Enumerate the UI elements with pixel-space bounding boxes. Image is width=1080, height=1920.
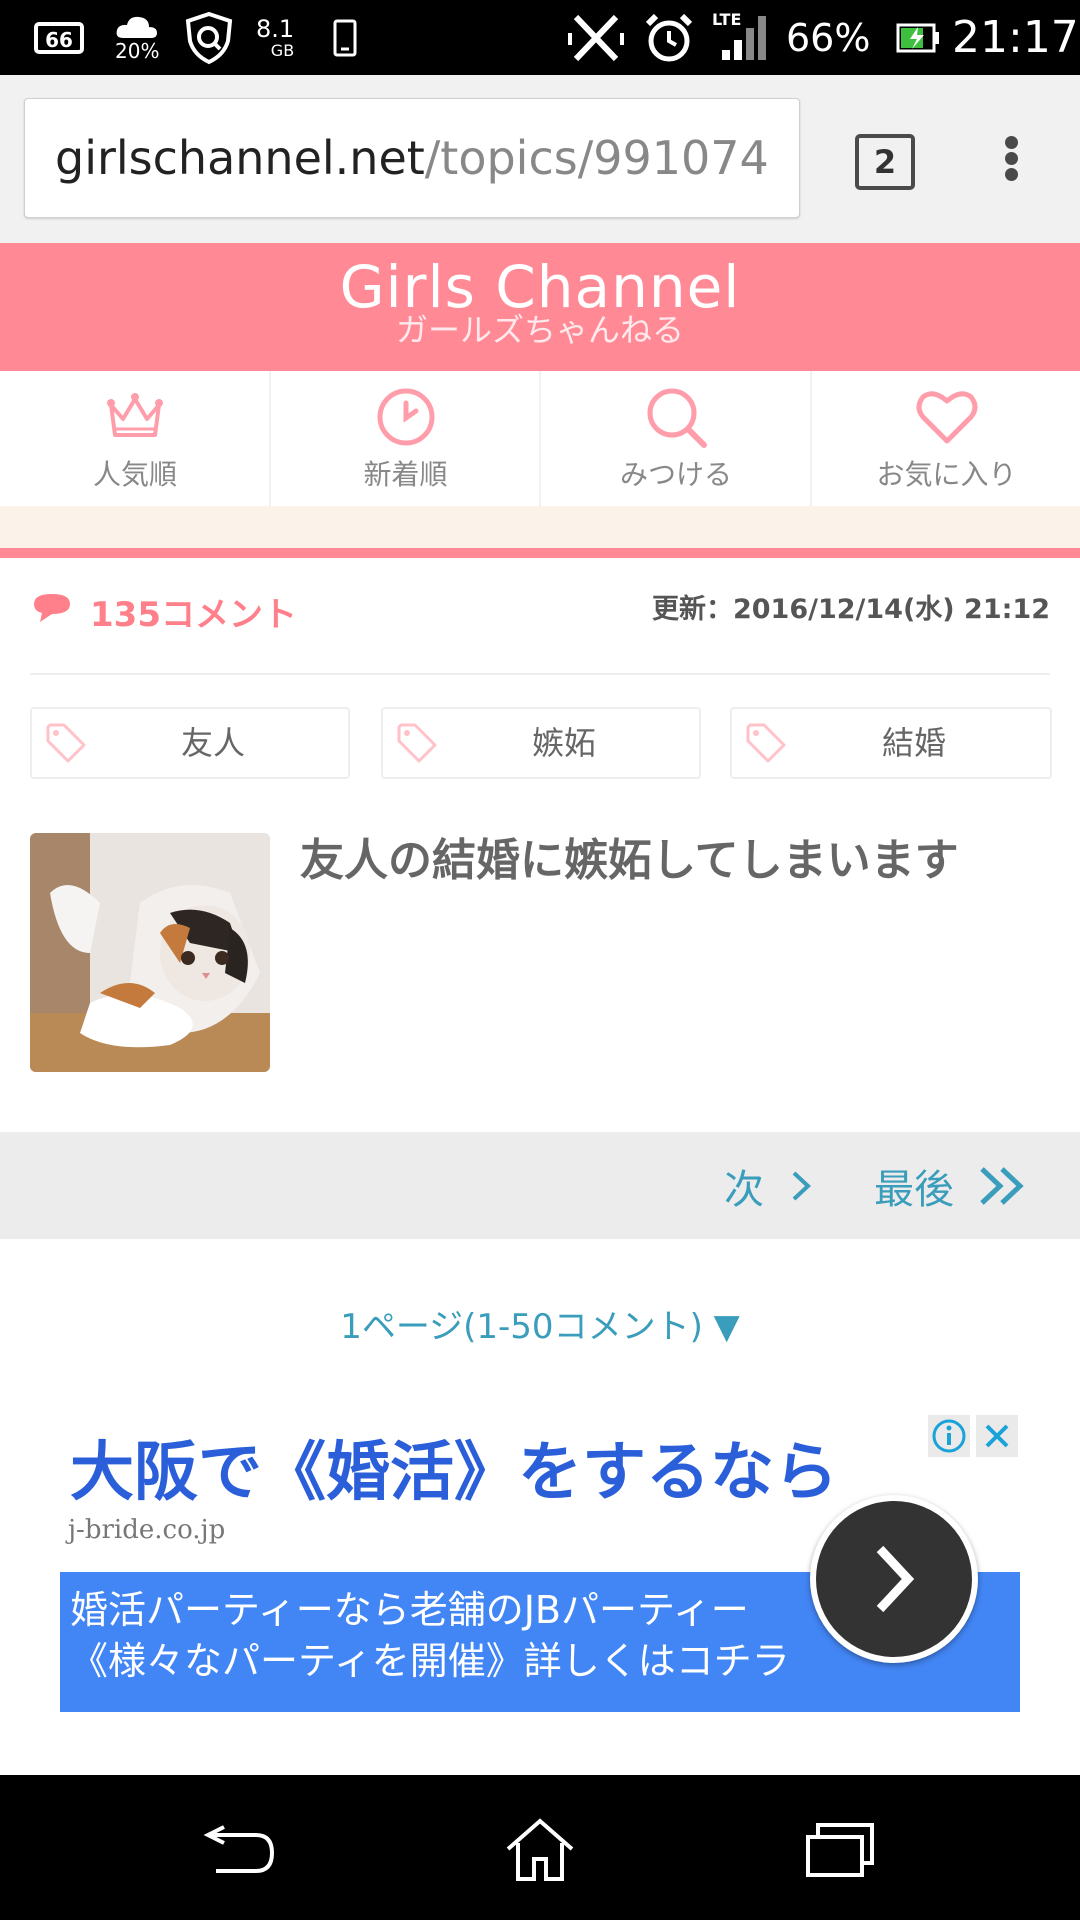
ad-domain: j-bride.co.jp <box>68 1515 226 1545</box>
updated-timestamp: 更新：2016/12/14(水) 21:12 <box>651 594 1050 625</box>
accent-divider <box>0 548 1080 558</box>
nav-newest[interactable]: 新着順 <box>268 371 540 506</box>
main-nav: 人気順 新着順 みつける お気に入り <box>0 371 1080 506</box>
site-logo-subtitle: ガールズちゃんねる <box>395 311 684 349</box>
double-chevron-right-icon <box>980 1166 1024 1205</box>
nav-newest-label: 新着順 <box>363 458 448 491</box>
clock-time: 21:17 <box>952 12 1079 63</box>
page-select-dropdown[interactable]: 1ページ(1-50コメント) ▼ <box>0 1302 1080 1352</box>
chevron-right-icon <box>876 1545 915 1613</box>
tag-friend[interactable]: 友人 <box>30 707 350 779</box>
back-icon[interactable] <box>200 1815 280 1885</box>
tag-icon <box>397 723 437 763</box>
signal-icon: LTE <box>712 0 772 85</box>
weather-icon: 20% <box>115 0 159 75</box>
status-bar: 66 20% 8.1 GB LTE 66% 21:17 <box>0 0 1080 75</box>
last-page-link[interactable]: 最後 <box>874 1132 1034 1239</box>
tab-switcher-button[interactable]: 2 <box>855 134 915 190</box>
phone-icon <box>332 0 358 75</box>
nav-popular-label: 人気順 <box>92 458 177 491</box>
ad-description-line1: 婚活パーティーなら老舗のJBパーティー <box>70 1588 749 1632</box>
nav-find[interactable]: みつける <box>539 371 810 506</box>
ad-title[interactable]: 大阪で《婚活》をするなら <box>70 1433 838 1513</box>
heart-icon <box>916 391 977 444</box>
storage-indicator: 8.1 GB <box>256 14 295 60</box>
browser-menu-icon[interactable] <box>988 128 1034 188</box>
clock-icon <box>377 388 434 446</box>
cloud-percent: 20% <box>115 38 160 63</box>
nav-spacer <box>0 506 1080 548</box>
shield-icon <box>182 0 236 75</box>
tag-label: 結婚 <box>881 724 946 762</box>
url-text: girlschannel.net/topics/991074 <box>55 99 769 217</box>
tag-jealousy[interactable]: 嫉妬 <box>381 707 701 779</box>
url-path: /topics/991074 <box>424 131 769 185</box>
tag-marriage[interactable]: 結婚 <box>730 707 1052 779</box>
nav-find-label: みつける <box>619 458 732 491</box>
tag-icon <box>46 723 86 763</box>
recent-apps-icon[interactable] <box>800 1815 880 1885</box>
crown-icon <box>107 393 163 437</box>
next-label: 次 <box>724 1166 764 1213</box>
nfc-icon: 66 <box>34 0 84 75</box>
comment-count[interactable]: 135コメント <box>90 590 297 640</box>
chevron-right-icon <box>792 1171 811 1200</box>
nav-favorites[interactable]: お気に入り <box>809 371 1080 506</box>
alarm-icon <box>644 0 694 75</box>
comment-icon <box>34 594 70 622</box>
battery-percent: 66% <box>786 15 871 60</box>
search-icon <box>647 388 707 448</box>
vibrate-off-icon <box>568 0 624 75</box>
home-icon[interactable] <box>500 1815 580 1885</box>
topic-title: 友人の結婚に嫉妬してしまいます <box>300 835 959 886</box>
ad-close-icon[interactable] <box>976 1415 1018 1457</box>
last-label: 最後 <box>874 1166 954 1213</box>
next-page-link[interactable]: 次 <box>724 1132 824 1239</box>
tag-label: 友人 <box>180 724 245 762</box>
meta-divider <box>30 673 1050 675</box>
ad-go-button[interactable] <box>810 1495 978 1663</box>
battery-icon <box>896 0 940 75</box>
ad-description-line2: 《様々なパーティを開催》詳しくはコチラ <box>70 1639 790 1683</box>
url-domain: girlschannel.net <box>55 131 425 185</box>
nav-favorites-label: お気に入り <box>876 458 1017 491</box>
tag-label: 嫉妬 <box>531 724 596 762</box>
svg-text:66: 66 <box>45 28 73 52</box>
ad-info-icon[interactable] <box>928 1415 970 1457</box>
address-bar[interactable]: girlschannel.net/topics/991074 <box>24 98 800 218</box>
tag-icon <box>746 723 786 763</box>
topic-thumbnail[interactable] <box>30 833 270 1072</box>
nav-popular[interactable]: 人気順 <box>0 371 269 506</box>
